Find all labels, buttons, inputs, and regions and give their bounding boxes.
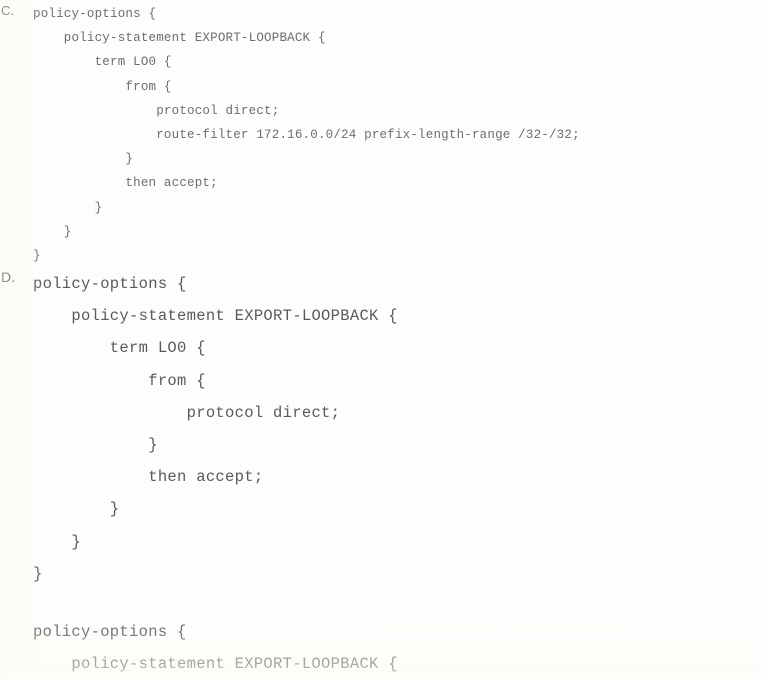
- code-line: policy-statement EXPORT-LOOPBACK {: [33, 655, 398, 674]
- option-c-code: policy-options { policy-statement EXPORT…: [0, 2, 580, 268]
- code-line: policy-statement EXPORT-LOOPBACK {: [33, 307, 398, 326]
- code-line: from {: [33, 79, 172, 94]
- code-line: }: [33, 224, 72, 239]
- code-line: }: [33, 152, 134, 167]
- code-line: term LO0 {: [33, 55, 172, 70]
- code-line: policy-statement EXPORT-LOOPBACK {: [33, 31, 326, 46]
- code-line: }: [33, 564, 43, 583]
- code-line: }: [33, 200, 103, 215]
- code-line: from {: [33, 371, 206, 390]
- code-line: }: [33, 248, 41, 263]
- code-line: }: [33, 500, 120, 519]
- code-line: then accept;: [33, 176, 218, 191]
- code-line: policy-options {: [33, 623, 187, 641]
- scanned-page: C. policy-options { policy-statement EXP…: [0, 0, 761, 675]
- code-line: then accept;: [33, 468, 264, 487]
- option-d-code: policy-options { policy-statement EXPORT…: [0, 268, 398, 590]
- code-line: protocol direct;: [33, 103, 280, 118]
- trailing-partial-config: policy-options { policy-statement EXPORT…: [0, 616, 398, 680]
- code-line: }: [33, 532, 82, 551]
- code-line: policy-options {: [33, 275, 187, 293]
- code-line: term LO0 {: [33, 339, 206, 358]
- code-line: }: [33, 435, 158, 454]
- code-line: policy-options {: [33, 7, 157, 21]
- code-line: route-filter 172.16.0.0/24 prefix-length…: [33, 127, 580, 142]
- code-line: protocol direct;: [33, 403, 341, 422]
